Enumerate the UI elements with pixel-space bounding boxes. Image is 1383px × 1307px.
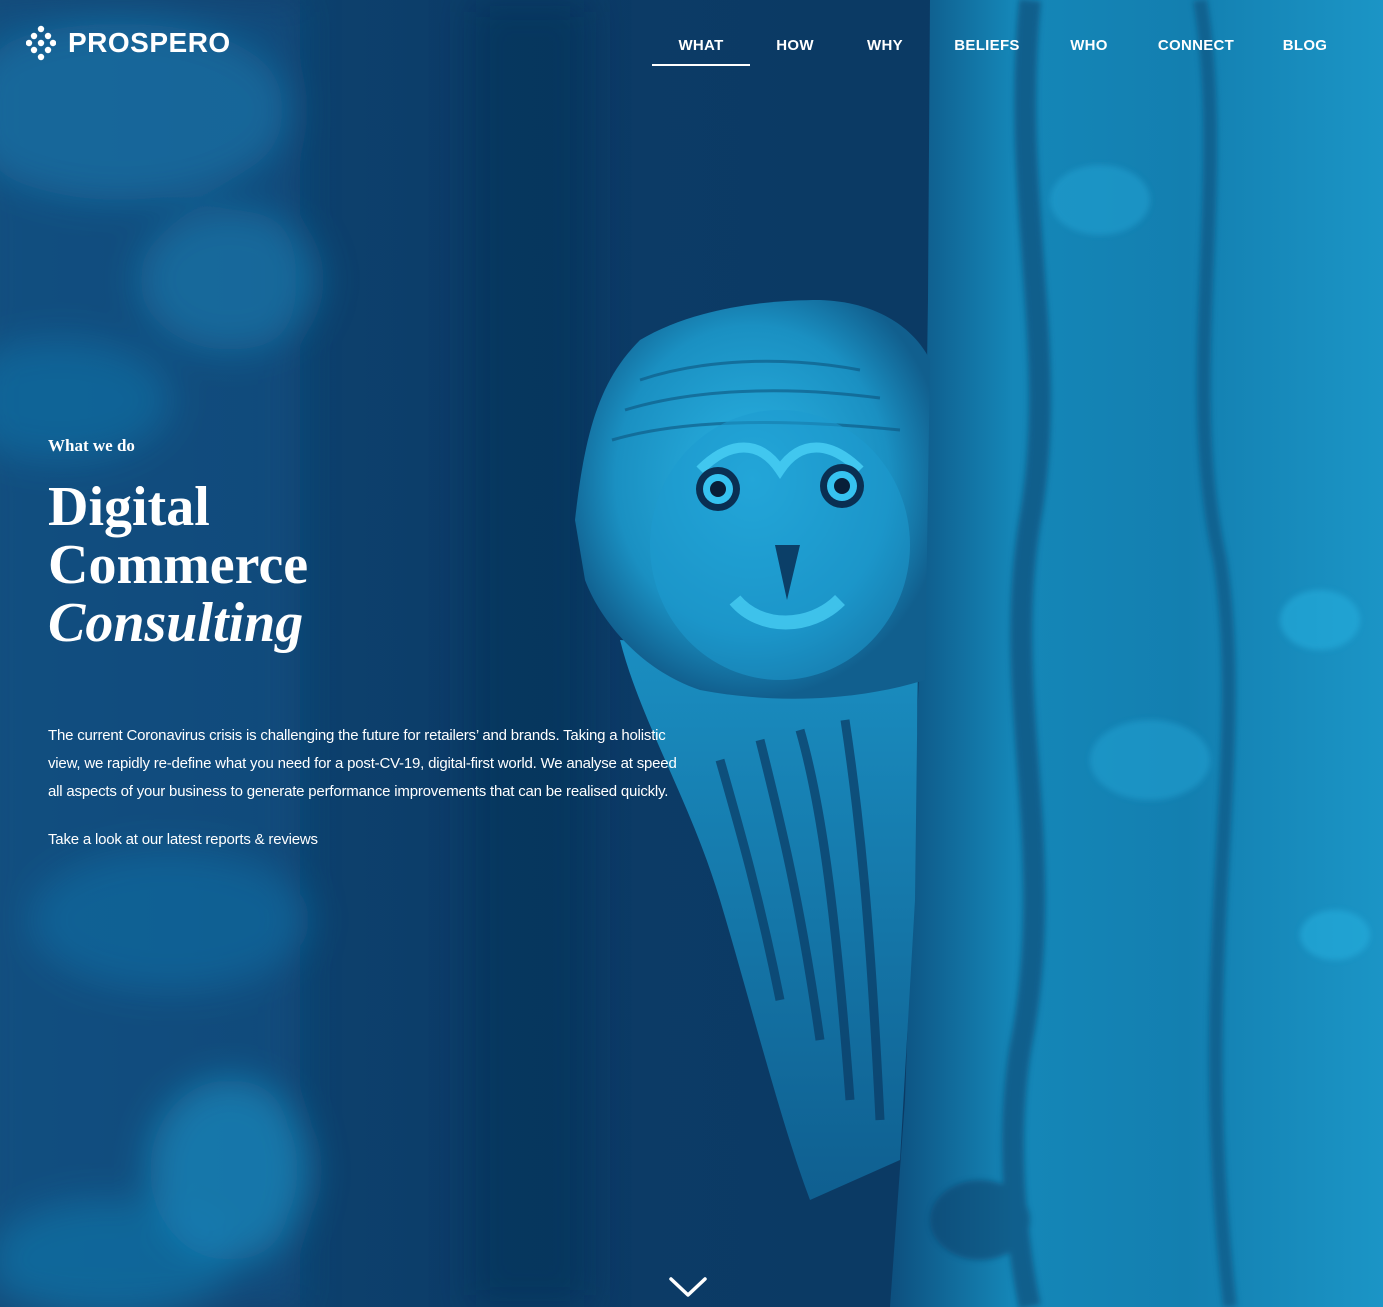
dots-cluster-icon bbox=[26, 25, 56, 61]
hero-description: The current Coronavirus crisis is challe… bbox=[48, 727, 677, 800]
nav-item-beliefs[interactable]: BELIEFS bbox=[952, 30, 1022, 64]
nav-item-blog[interactable]: BLOG bbox=[1280, 30, 1330, 64]
nav-item-connect[interactable]: CONNECT bbox=[1156, 30, 1236, 64]
chevron-down-icon[interactable] bbox=[668, 1274, 708, 1300]
nav-item-why[interactable]: WHY bbox=[862, 30, 908, 64]
headline-line-1: Digital bbox=[48, 476, 210, 538]
nav-item-what[interactable]: WHAT bbox=[652, 30, 750, 66]
site-header: PROSPERO WHAT HOW WHY BELIEFS WHO CONNEC… bbox=[0, 0, 1383, 90]
nav-item-how[interactable]: HOW bbox=[770, 30, 820, 64]
hero-headline: Digital Commerce Consulting bbox=[48, 478, 308, 652]
section-eyebrow: What we do bbox=[48, 436, 135, 455]
brand-name: PROSPERO bbox=[68, 27, 231, 58]
brand-logo[interactable]: PROSPERO bbox=[26, 24, 231, 62]
reports-link[interactable]: Take a look at our latest reports & revi… bbox=[48, 826, 318, 854]
headline-line-3: Consulting bbox=[48, 592, 304, 654]
headline-line-2: Commerce bbox=[48, 534, 309, 596]
nav-item-who[interactable]: WHO bbox=[1066, 30, 1112, 64]
